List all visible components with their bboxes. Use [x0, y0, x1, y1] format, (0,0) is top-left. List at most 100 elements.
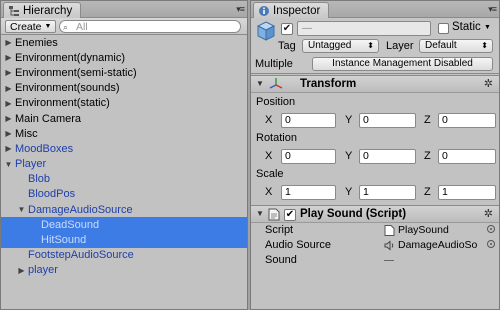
- object-picker-icon[interactable]: [487, 240, 495, 248]
- expand-triangle-icon[interactable]: ▼: [256, 79, 264, 88]
- script-field[interactable]: PlaySound: [384, 223, 495, 237]
- rotation-x-field[interactable]: 0: [281, 149, 336, 164]
- hierarchy-item-label: Environment(semi-static): [15, 66, 137, 79]
- hierarchy-item[interactable]: ▶ Environment(sounds): [1, 81, 247, 96]
- position-y-field[interactable]: 0: [359, 113, 416, 128]
- expand-triangle-icon[interactable]: ▼: [17, 205, 26, 214]
- play-sound-header[interactable]: ▼ ✔ Play Sound (Script) ✲: [251, 205, 499, 223]
- hierarchy-item[interactable]: ▶HitSound: [1, 232, 247, 248]
- search-input[interactable]: All: [59, 20, 241, 33]
- collapse-triangle-icon[interactable]: ▶: [4, 53, 13, 62]
- static-label: Static: [452, 21, 481, 33]
- expand-triangle-icon[interactable]: ▼: [256, 209, 264, 218]
- gameobject-cube-icon: [257, 21, 275, 41]
- axis-y-label: Y: [345, 150, 353, 162]
- hierarchy-item[interactable]: ▶ player: [1, 263, 247, 278]
- script-label: Script: [265, 224, 294, 236]
- hierarchy-item[interactable]: ▶ MoodBoxes: [1, 141, 247, 156]
- static-dropdown-icon[interactable]: ▼: [484, 24, 491, 31]
- hierarchy-tabbar: Hierarchy ▾≡: [1, 1, 247, 18]
- panel-menu-icon[interactable]: ▾≡: [236, 4, 245, 15]
- collapse-triangle-icon[interactable]: ▶: [4, 144, 13, 153]
- collapse-triangle-icon[interactable]: ▶: [4, 99, 13, 108]
- expand-triangle-icon[interactable]: ▼: [4, 160, 13, 169]
- axis-y-label: Y: [345, 114, 353, 126]
- tag-label: Tag: [278, 40, 296, 52]
- component-enabled-checkbox[interactable]: ✔: [284, 209, 296, 221]
- play-sound-title: Play Sound (Script): [300, 208, 407, 220]
- scale-x-field[interactable]: 1: [281, 185, 336, 200]
- layer-value: Default: [425, 40, 457, 51]
- panel-menu-icon[interactable]: ▾≡: [488, 4, 497, 15]
- layer-dropdown[interactable]: Default ⬍: [419, 39, 493, 53]
- collapse-triangle-icon[interactable]: ▶: [4, 84, 13, 93]
- hierarchy-item[interactable]: ▼ DamageAudioSource: [1, 202, 247, 217]
- rotation-y-field[interactable]: 0: [359, 149, 416, 164]
- static-checkbox[interactable]: [438, 23, 449, 34]
- script-file-icon: [384, 224, 395, 236]
- up-down-arrows-icon: ⬍: [367, 41, 374, 50]
- search-icon: [63, 22, 68, 33]
- hierarchy-item[interactable]: ▶BloodPos: [1, 187, 247, 202]
- create-button-label: Create: [10, 20, 42, 33]
- collapse-triangle-icon[interactable]: ▶: [4, 68, 13, 77]
- sound-mixed-value-dash[interactable]: [384, 260, 394, 261]
- inspector-panel: Inspector ▾≡ ✔ — Static ▼ Tag Untagged ⬍…: [250, 0, 500, 310]
- scale-y-field[interactable]: 1: [359, 185, 416, 200]
- hierarchy-item-label: Enemies: [15, 36, 58, 49]
- hierarchy-item-label: Main Camera: [15, 112, 82, 125]
- hierarchy-item-label: Environment(static): [15, 97, 110, 110]
- hierarchy-item-label: player: [28, 264, 58, 277]
- object-picker-icon[interactable]: [487, 225, 495, 233]
- hierarchy-item[interactable]: ▼ Player: [1, 157, 247, 172]
- audio-source-field[interactable]: DamageAudioSo: [384, 238, 495, 252]
- tag-dropdown[interactable]: Untagged ⬍: [302, 39, 379, 53]
- hierarchy-item-label: DeadSound: [41, 218, 100, 231]
- collapse-triangle-icon[interactable]: ▶: [4, 114, 13, 123]
- active-checkbox[interactable]: ✔: [281, 23, 293, 35]
- hierarchy-item-label: HitSound: [41, 234, 87, 247]
- name-field[interactable]: —: [297, 21, 431, 36]
- scale-label: Scale: [256, 168, 284, 180]
- hierarchy-item[interactable]: ▶ Misc: [1, 126, 247, 141]
- hierarchy-item[interactable]: ▶DeadSound: [1, 217, 247, 233]
- transform-header[interactable]: ▼ Transform ✲: [251, 75, 499, 93]
- gear-icon[interactable]: ✲: [484, 207, 493, 220]
- audio-source-value: DamageAudioSo: [398, 239, 478, 251]
- hierarchy-item-label: FootstepAudioSource: [28, 249, 134, 262]
- hierarchy-item[interactable]: ▶ Environment(static): [1, 96, 247, 111]
- hierarchy-icon: [9, 5, 19, 16]
- inspector-tabbar: Inspector ▾≡: [251, 1, 499, 18]
- hierarchy-item-label: Misc: [15, 127, 38, 140]
- position-x-field[interactable]: 0: [281, 113, 336, 128]
- scale-z-field[interactable]: 1: [438, 185, 496, 200]
- create-button[interactable]: Create ▼: [5, 20, 57, 33]
- collapse-triangle-icon[interactable]: ▶: [4, 38, 13, 47]
- transform-title: Transform: [300, 78, 357, 90]
- collapse-triangle-icon[interactable]: ▶: [17, 266, 26, 275]
- hierarchy-item-label: MoodBoxes: [15, 142, 74, 155]
- hierarchy-item[interactable]: ▶FootstepAudioSource: [1, 248, 247, 263]
- hierarchy-item[interactable]: ▶ Environment(dynamic): [1, 50, 247, 65]
- search-placeholder: All: [76, 20, 88, 33]
- hierarchy-item[interactable]: ▶Blob: [1, 172, 247, 187]
- inspector-tab[interactable]: Inspector: [253, 2, 330, 18]
- axis-z-label: Z: [424, 114, 431, 126]
- gear-icon[interactable]: ✲: [484, 77, 493, 90]
- rotation-z-field[interactable]: 0: [438, 149, 496, 164]
- collapse-triangle-icon[interactable]: ▶: [4, 129, 13, 138]
- hierarchy-item[interactable]: ▶ Environment(semi-static): [1, 65, 247, 80]
- inspector-tab-label: Inspector: [273, 4, 321, 17]
- hierarchy-tab[interactable]: Hierarchy: [3, 2, 82, 18]
- hierarchy-tree: ▶ Enemies ▶ Environment(dynamic) ▶ Environmen…: [1, 35, 247, 278]
- speaker-icon: [384, 239, 394, 251]
- rotation-label: Rotation: [256, 132, 297, 144]
- hierarchy-item-label: BloodPos: [28, 188, 76, 201]
- axis-z-label: Z: [424, 186, 431, 198]
- audio-source-label: Audio Source: [265, 239, 332, 251]
- multiple-label: Multiple: [255, 58, 293, 70]
- instance-management-button[interactable]: Instance Management Disabled: [312, 57, 493, 71]
- hierarchy-item[interactable]: ▶ Main Camera: [1, 111, 247, 126]
- hierarchy-item[interactable]: ▶ Enemies: [1, 35, 247, 50]
- position-z-field[interactable]: 0: [438, 113, 496, 128]
